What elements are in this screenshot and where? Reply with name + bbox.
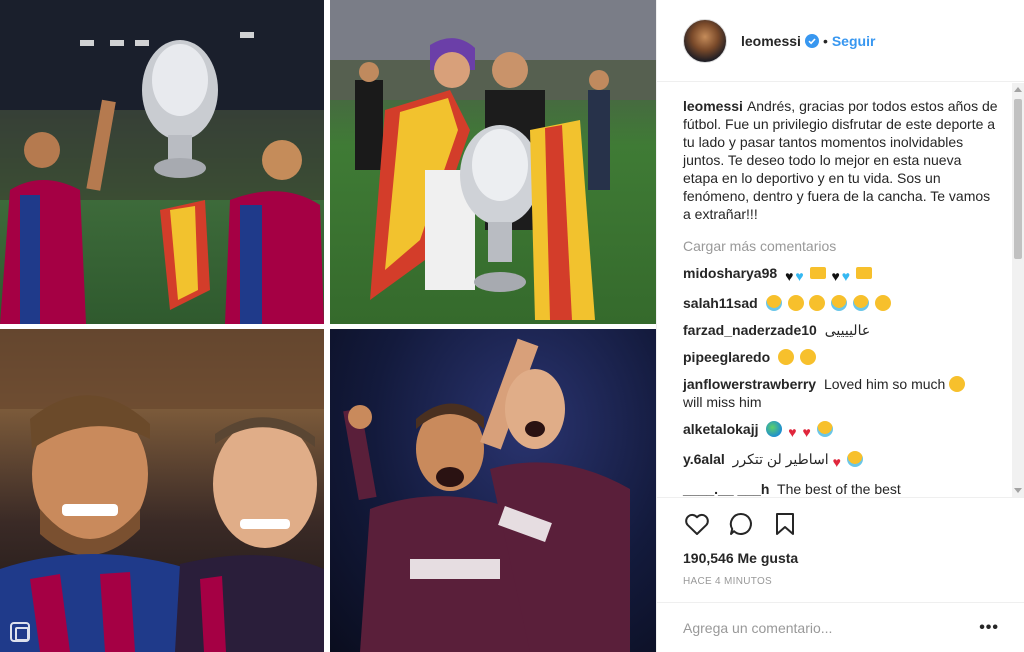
add-comment-input[interactable] <box>683 619 980 636</box>
comment-username[interactable]: pipeeglaredo <box>683 349 770 365</box>
caption-text: Andrés, gracias por todos estos años de … <box>683 98 998 222</box>
photo-closeup-smiles-illustration <box>0 329 324 652</box>
red-heart-icon: ♥ <box>832 454 841 470</box>
photo-trophy-celebration-illustration <box>0 0 324 324</box>
comments-list[interactable]: leomessi Andrés, gracias por todos estos … <box>657 83 1013 497</box>
comment-item: alketalokajj ♥ ♥ <box>683 420 1013 441</box>
comment-username[interactable]: janflowerstrawberry <box>683 376 816 392</box>
photo-flags-trophy-illustration <box>330 0 656 320</box>
sad-face-icon <box>875 295 892 311</box>
raised-hands-icon <box>799 349 816 365</box>
comment-username[interactable]: midosharya98 <box>683 265 777 281</box>
verified-badge-icon <box>804 33 819 48</box>
comment-username[interactable]: ____.__ ___h <box>683 481 769 497</box>
comment-username[interactable]: y.6alal <box>683 451 725 467</box>
post-timestamp[interactable]: HACE 4 MINUTOS <box>683 576 999 587</box>
crying-face-icon <box>846 451 863 467</box>
photo-goal-celebration <box>330 329 656 652</box>
add-comment-bar: ••• <box>657 602 1024 652</box>
post-actions: 190,546 Me gusta HACE 4 MINUTOS <box>657 497 1024 587</box>
crying-face-icon <box>765 295 782 311</box>
black-heart-icon: ♥ <box>785 268 794 284</box>
bookmark-icon <box>776 513 794 535</box>
scroll-down-arrow-icon[interactable] <box>1014 488 1022 493</box>
blue-heart-icon: ♥ <box>841 268 851 284</box>
sad-face-icon <box>809 295 826 311</box>
scroll-up-arrow-icon[interactable] <box>1014 87 1022 92</box>
load-more-comments-button[interactable]: Cargar más comentarios <box>683 237 1013 255</box>
comment-text-line2: will miss him <box>683 394 762 410</box>
comment-button[interactable] <box>727 510 755 538</box>
photo-closeup-smiles <box>0 329 324 652</box>
save-button[interactable] <box>771 510 799 538</box>
comment-item: farzad_naderzade10 عالييييى <box>683 321 1013 339</box>
more-options-button[interactable]: ••• <box>979 619 999 637</box>
comment-username[interactable]: farzad_naderzade10 <box>683 322 817 338</box>
comment-text: اساطير لن تتكرر <box>732 451 829 467</box>
crying-face-icon <box>831 295 848 311</box>
black-heart-icon: ♥ <box>831 268 840 284</box>
follow-button[interactable]: Seguir <box>832 33 876 49</box>
post-caption: leomessi Andrés, gracias por todos estos … <box>683 97 1013 223</box>
red-heart-icon: ♥ <box>788 424 797 440</box>
comment-username[interactable]: salah11sad <box>683 295 758 311</box>
comment-text: Loved him so much <box>823 376 946 392</box>
separator-dot: • <box>822 32 828 49</box>
caption-username[interactable]: leomessi <box>683 98 743 114</box>
globe-icon <box>766 421 783 437</box>
comment-item: ____.__ ___h The best of the best <box>683 480 1013 497</box>
crying-face-icon <box>816 421 833 437</box>
sad-face-icon <box>787 295 804 311</box>
red-heart-icon: ♥ <box>802 424 811 440</box>
scrollbar-thumb[interactable] <box>1014 99 1022 259</box>
crown-icon <box>809 267 826 279</box>
comment-item: janflowerstrawberry Loved him so much wi… <box>683 375 1013 411</box>
comment-username[interactable]: alketalokajj <box>683 421 759 437</box>
multi-photo-icon <box>10 622 30 642</box>
author-avatar[interactable] <box>683 18 727 63</box>
action-icons-row <box>683 510 999 538</box>
speech-bubble-icon <box>729 512 752 535</box>
disappointed-face-icon <box>949 376 966 392</box>
heart-eyes-face-icon <box>778 349 795 365</box>
crown-icon <box>855 267 872 279</box>
likes-count[interactable]: 190,546 Me gusta <box>683 550 999 566</box>
comment-item: y.6alal اساطير لن تتكرر ♥ <box>683 450 1013 471</box>
photo-flags-trophy <box>330 0 656 324</box>
comment-text: عالييييى <box>824 322 871 338</box>
like-button[interactable] <box>683 510 711 538</box>
photo-trophy-celebration <box>0 0 324 324</box>
post-image-collage[interactable] <box>0 0 656 652</box>
blue-heart-icon: ♥ <box>795 268 804 284</box>
comment-item: midosharya98 ♥ ♥ ♥ ♥ <box>683 264 1013 285</box>
comment-item: salah11sad <box>683 294 1013 312</box>
post-side-panel: leomessi • Seguir leomessi Andrés, gracia… <box>656 0 1024 652</box>
comment-item: pipeeglaredo <box>683 348 1013 366</box>
photo-goal-celebration-illustration <box>343 338 630 652</box>
author-username[interactable]: leomessi <box>741 33 801 49</box>
post-header: leomessi • Seguir <box>657 0 1024 82</box>
heart-outline-icon <box>685 513 709 535</box>
crying-face-icon <box>853 295 870 311</box>
comment-text: The best of the best <box>777 481 901 497</box>
comments-scrollbar[interactable] <box>1012 83 1024 497</box>
